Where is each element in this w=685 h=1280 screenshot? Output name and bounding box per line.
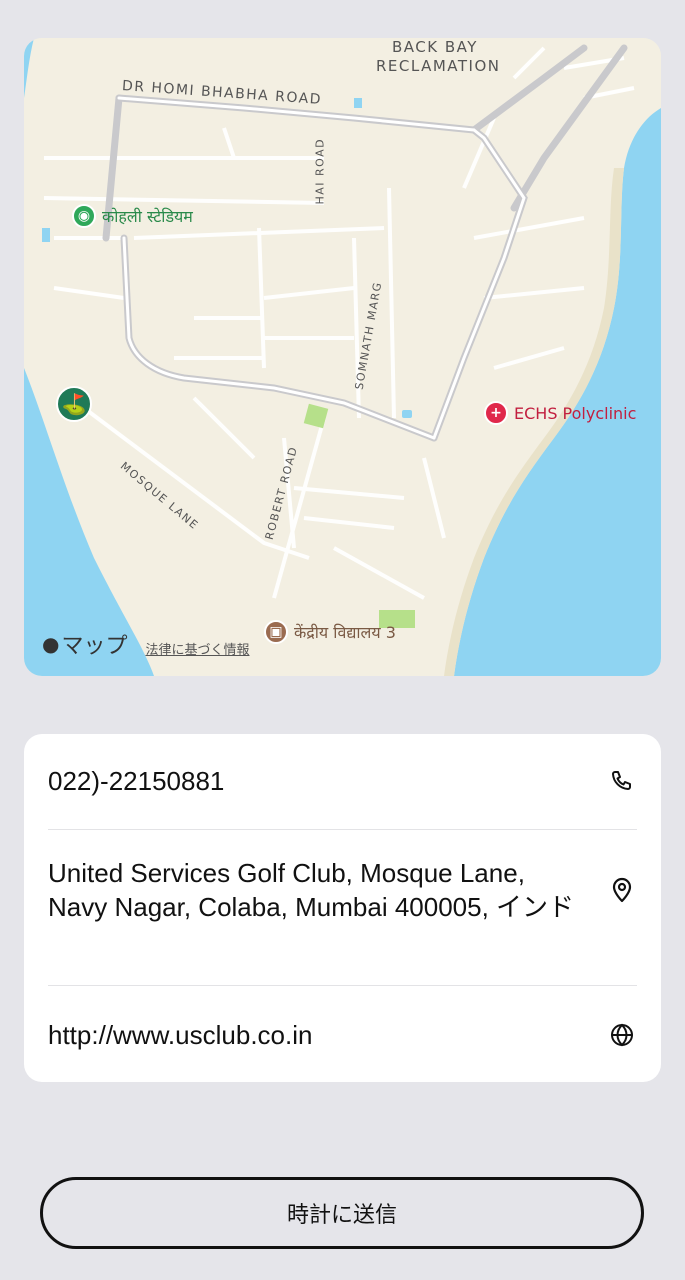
send-to-watch-button[interactable]: 時計に送信 <box>40 1177 644 1249</box>
hospital-icon: + <box>484 401 508 425</box>
website-row[interactable]: http://www.usclub.co.in <box>48 1018 637 1052</box>
map-label-hai-road: HAI ROAD <box>313 137 327 205</box>
phone-icon[interactable] <box>607 766 637 796</box>
location-pin-icon[interactable] <box>607 875 637 905</box>
golf-club-pin[interactable]: ⛳ <box>56 386 92 422</box>
website-url: http://www.usclub.co.in <box>48 1020 313 1050</box>
address-text: United Services Golf Club, Mosque Lane, … <box>48 858 575 922</box>
poi-polyclinic[interactable]: + ECHS Polyclinic <box>484 401 636 425</box>
golf-icon: ⛳ <box>56 386 92 422</box>
map-label-back-bay: BACK BAY <box>392 38 478 56</box>
school-icon: ▣ <box>264 620 288 644</box>
address-row[interactable]: United Services Golf Club, Mosque Lane, … <box>48 856 637 924</box>
poi-school-label: केंद्रीय विद्यालय 3 <box>294 623 396 642</box>
legal-link[interactable]: 法律に基づく情報 <box>145 639 249 658</box>
map-label-reclamation: RECLAMATION <box>376 57 501 75</box>
globe-icon[interactable] <box>607 1020 637 1050</box>
poi-stadium[interactable]: ◉ कोहली स्टेडियम <box>72 204 193 228</box>
map-attribution: ● マップ 法律に基づく情報 <box>42 628 249 660</box>
maps-brand-label: マップ <box>61 634 128 659</box>
place-detail-screen: BACK BAY RECLAMATION DR HOMI BHABHA ROAD… <box>0 0 685 1280</box>
phone-number: 022)-22150881 <box>48 766 225 796</box>
maps-brand[interactable]: ● マップ <box>42 628 127 660</box>
stadium-icon: ◉ <box>72 204 96 228</box>
poi-polyclinic-label: ECHS Polyclinic <box>514 403 637 423</box>
divider <box>48 985 637 986</box>
apple-logo-icon: ● <box>42 632 60 656</box>
map-canvas <box>24 38 661 676</box>
phone-row[interactable]: 022)-22150881 <box>48 764 637 798</box>
poi-stadium-label: कोहली स्टेडियम <box>102 207 193 226</box>
map-view[interactable]: BACK BAY RECLAMATION DR HOMI BHABHA ROAD… <box>24 38 661 676</box>
contact-info-card: 022)-22150881 United Services Golf Club,… <box>24 734 661 1082</box>
divider <box>48 829 637 830</box>
poi-school[interactable]: ▣ केंद्रीय विद्यालय 3 <box>264 620 396 644</box>
